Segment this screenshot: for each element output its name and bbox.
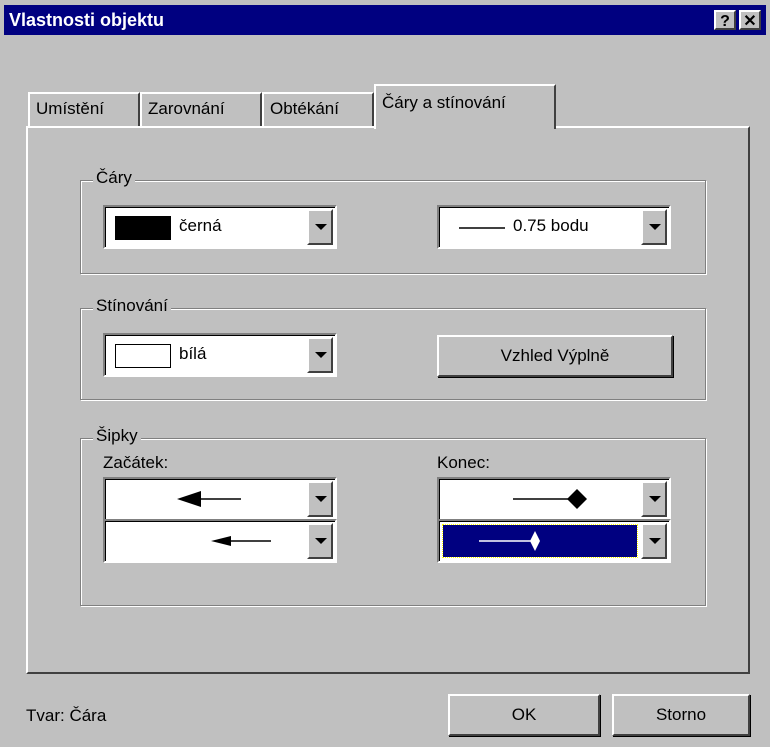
shading-group-legend: Stínování [93, 296, 171, 316]
arrow-left-large-icon [177, 491, 241, 507]
start-arrow-size-dropdown[interactable] [103, 519, 337, 563]
tab-obtekani[interactable]: Obtékání [262, 92, 374, 126]
shading-color-swatch [115, 344, 171, 368]
chevron-down-icon[interactable] [641, 209, 667, 245]
arrow-left-small-icon [211, 536, 271, 546]
chevron-down-icon[interactable] [307, 337, 333, 373]
diamond-end-selected-icon [479, 531, 540, 551]
chevron-down-icon[interactable] [307, 209, 333, 245]
close-button[interactable]: ✕ [739, 10, 761, 30]
line-weight-value: 0.75 bodu [513, 216, 589, 235]
chevron-down-icon[interactable] [641, 523, 667, 559]
diamond-end-icon [513, 489, 587, 509]
tab-zarovnani[interactable]: Zarovnání [140, 92, 262, 126]
end-arrow-style-dropdown[interactable] [437, 477, 671, 521]
start-label: Začátek: [103, 453, 169, 472]
line-sample-icon [459, 227, 505, 229]
tab-cary-a-stinovani[interactable]: Čáry a stínování [374, 84, 556, 129]
arrows-group-legend: Šipky [93, 426, 141, 446]
help-button[interactable]: ? [714, 10, 736, 30]
shading-color-value: bílá [179, 344, 207, 363]
line-color-dropdown[interactable]: černá [103, 205, 337, 249]
line-weight-dropdown[interactable]: 0.75 bodu [437, 205, 671, 249]
fill-appearance-button[interactable]: Vzhled Výplně [437, 335, 673, 377]
chevron-down-icon[interactable] [641, 481, 667, 517]
shading-group: Stínování bílá Vzhled Výplně [80, 296, 706, 400]
object-properties-dialog: Vlastnosti objektu ? ✕ Umístění Zarovnán… [0, 0, 770, 747]
line-color-value: černá [179, 216, 222, 235]
line-color-swatch [115, 216, 171, 240]
tab-umisteni[interactable]: Umístění [28, 92, 140, 126]
chevron-down-icon[interactable] [307, 481, 333, 517]
end-arrow-size-dropdown[interactable] [437, 519, 671, 563]
cancel-button[interactable]: Storno [612, 694, 750, 736]
title-bar[interactable]: Vlastnosti objektu ? ✕ [4, 5, 766, 35]
end-label: Konec: [437, 453, 490, 472]
chevron-down-icon[interactable] [307, 523, 333, 559]
lines-group-legend: Čáry [93, 168, 135, 188]
start-arrow-style-dropdown[interactable] [103, 477, 337, 521]
shape-status-text: Tvar: Čára [26, 706, 107, 725]
tab-panel: Čáry černá 0.75 bodu Stínování bílá Vzhl… [26, 126, 750, 674]
shading-color-dropdown[interactable]: bílá [103, 333, 337, 377]
ok-button[interactable]: OK [448, 694, 600, 736]
arrows-group: Šipky Začátek: Konec: [80, 426, 706, 606]
dialog-title: Vlastnosti objektu [9, 10, 165, 30]
lines-group: Čáry černá 0.75 bodu [80, 168, 706, 274]
